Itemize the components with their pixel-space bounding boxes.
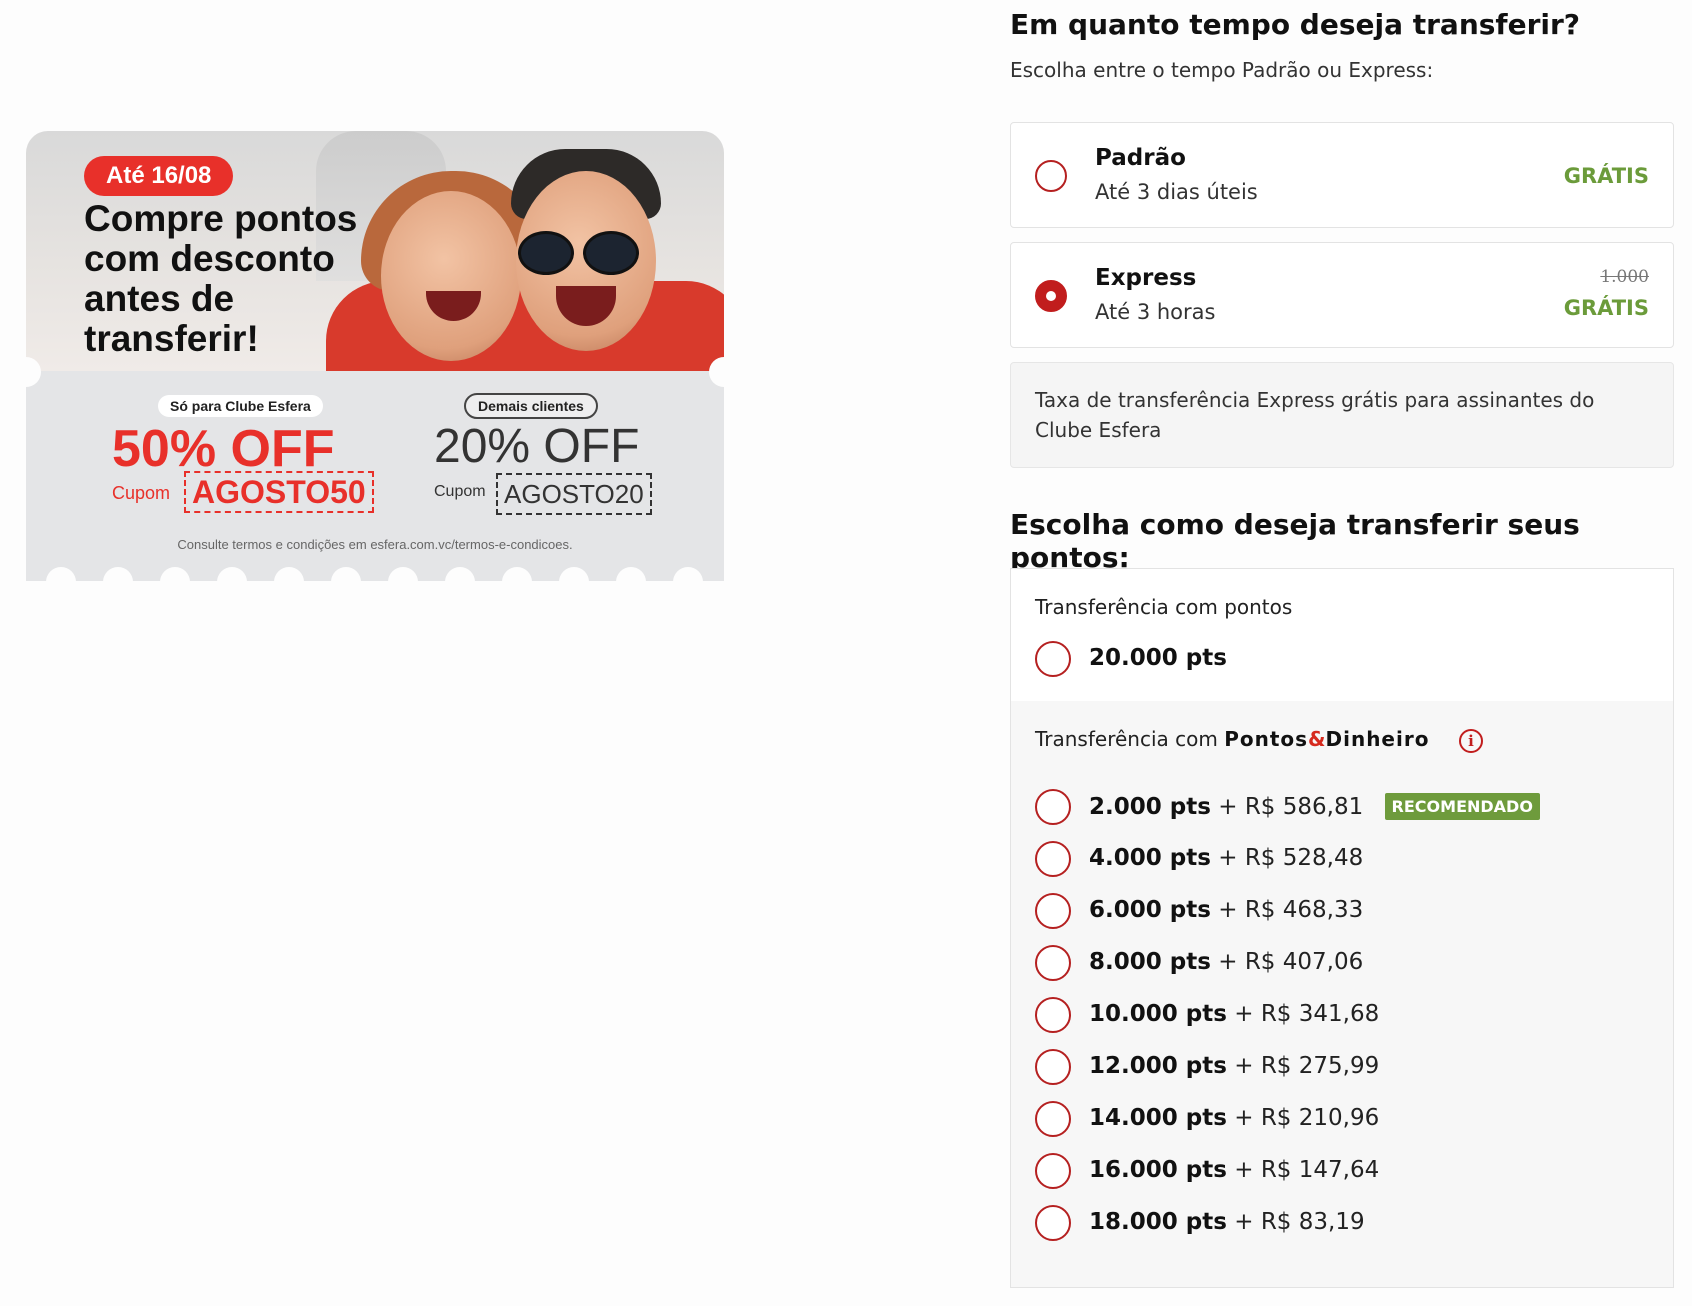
promo-date-badge: Até 16/08 [84, 156, 234, 196]
option-padrao[interactable]: Padrão Até 3 dias úteis GRÁTIS [1010, 122, 1674, 228]
perforation-dot [559, 567, 589, 581]
mixed-option-text: 8.000 pts + R$ 407,06 [1089, 949, 1363, 975]
option-express[interactable]: Express Até 3 horas 1.000 GRÁTIS [1010, 242, 1674, 348]
mixed-option-money: + R$ 147,64 [1234, 1157, 1380, 1183]
mixed-option-money: + R$ 528,48 [1218, 845, 1364, 871]
mixed-option-points: 2.000 pts [1089, 794, 1211, 820]
banner-terms: Consulte termos e condições em esfera.co… [177, 537, 573, 552]
info-icon[interactable]: i [1459, 729, 1483, 753]
points-money-prefix: Transferência com [1035, 727, 1218, 751]
perforation-dot [103, 567, 133, 581]
perforation-dot [331, 567, 361, 581]
mixed-option-points: 8.000 pts [1089, 949, 1211, 975]
option-padrao-price: GRÁTIS [1563, 164, 1649, 188]
clube-discount: 50% OFF [112, 420, 335, 478]
perforation-dot [388, 567, 418, 581]
mixed-option-money: + R$ 83,19 [1234, 1209, 1365, 1235]
mixed-option-points: 4.000 pts [1089, 845, 1211, 871]
promo-banner[interactable]: Até 16/08 Compre pontos com desconto ant… [26, 131, 724, 581]
mixed-option-points: 10.000 pts [1089, 1001, 1227, 1027]
mixed-option-text: 14.000 pts + R$ 210,96 [1089, 1105, 1379, 1131]
brand-dinheiro: Dinheiro [1325, 727, 1430, 751]
radio-padrao[interactable] [1035, 160, 1067, 192]
payment-method-title: Escolha como deseja transferir seus pont… [1010, 508, 1580, 574]
clube-cupom-label: Cupom [112, 483, 171, 503]
perforation-dot [46, 567, 76, 581]
brand-ampersand: & [1308, 727, 1326, 751]
mixed-option-points: 18.000 pts [1089, 1209, 1227, 1235]
clube-esfera-pill: Só para Clube Esfera [158, 395, 323, 417]
option-express-old-price: 1.000 [1600, 267, 1649, 287]
perforation-dot [673, 567, 703, 581]
payment-options-box: Transferência com pontos 20.000 pts Tran… [1010, 568, 1674, 1288]
mixed-option-money: + R$ 407,06 [1218, 949, 1364, 975]
demais-discount: 20% OFF [434, 420, 640, 473]
mixed-option-text: 10.000 pts + R$ 341,68 [1089, 1001, 1379, 1027]
sunglasses-left [518, 231, 574, 275]
option-express-price: GRÁTIS [1563, 296, 1649, 320]
perforation-dot [217, 567, 247, 581]
demais-cupom-label: Cupom [434, 483, 486, 500]
points-money-label: Transferência com Pontos&Dinheiro [1035, 727, 1429, 751]
radio-mixed-option[interactable] [1035, 841, 1071, 877]
points-only-section: Transferência com pontos 20.000 pts [1011, 569, 1673, 702]
brand-pontos: Pontos [1224, 727, 1309, 751]
points-only-option-text: 20.000 pts [1089, 645, 1227, 671]
mixed-option-money: + R$ 468,33 [1218, 897, 1364, 923]
radio-mixed-option[interactable] [1035, 1049, 1071, 1085]
perforation-dot [616, 567, 646, 581]
express-fee-note: Taxa de transferência Express grátis par… [1010, 362, 1674, 468]
mixed-option-points: 12.000 pts [1089, 1053, 1227, 1079]
mixed-option-money: + R$ 210,96 [1234, 1105, 1380, 1131]
recommended-badge: RECOMENDADO [1384, 793, 1540, 820]
radio-mixed-option[interactable] [1035, 1101, 1071, 1137]
perforation-dot [160, 567, 190, 581]
perforation-dot [502, 567, 532, 581]
radio-express[interactable] [1035, 280, 1067, 312]
mixed-option-points: 16.000 pts [1089, 1157, 1227, 1183]
option-padrao-subtitle: Até 3 dias úteis [1095, 180, 1258, 204]
radio-mixed-option[interactable] [1035, 789, 1071, 825]
points-and-money-section: Transferência com Pontos&Dinheiro i 2.00… [1011, 701, 1673, 1287]
radio-mixed-option[interactable] [1035, 1205, 1071, 1241]
mixed-option-text: 4.000 pts + R$ 528,48 [1089, 845, 1363, 871]
demais-clientes-pill: Demais clientes [464, 393, 598, 419]
mixed-option-text: 18.000 pts + R$ 83,19 [1089, 1209, 1365, 1235]
transfer-time-subtitle: Escolha entre o tempo Padrão ou Express: [1010, 58, 1434, 82]
radio-mixed-option[interactable] [1035, 893, 1071, 929]
radio-mixed-option[interactable] [1035, 997, 1071, 1033]
radio-mixed-option[interactable] [1035, 945, 1071, 981]
demais-coupon-code: AGOSTO20 [496, 473, 652, 515]
mixed-option-points: 14.000 pts [1089, 1105, 1227, 1131]
points-only-label: Transferência com pontos [1035, 595, 1293, 619]
mixed-option-text: 16.000 pts + R$ 147,64 [1089, 1157, 1379, 1183]
points-only-value: 20.000 pts [1089, 645, 1227, 671]
promo-headline: Compre pontos com desconto antes de tran… [84, 198, 358, 359]
option-padrao-title: Padrão [1095, 145, 1186, 171]
perforation-dot [445, 567, 475, 581]
perforation-dot [274, 567, 304, 581]
mixed-option-money: + R$ 275,99 [1234, 1053, 1380, 1079]
banner-photo: Até 16/08 Compre pontos com desconto ant… [26, 131, 724, 371]
mixed-option-text: 6.000 pts + R$ 468,33 [1089, 897, 1363, 923]
mixed-option-text: 12.000 pts + R$ 275,99 [1089, 1053, 1379, 1079]
mixed-option-points: 6.000 pts [1089, 897, 1211, 923]
mixed-option-money: + R$ 341,68 [1234, 1001, 1380, 1027]
mixed-option-text: 2.000 pts + R$ 586,81 RECOMENDADO [1089, 793, 1540, 820]
mixed-option-money: + R$ 586,81 [1218, 794, 1364, 820]
radio-mixed-option[interactable] [1035, 1153, 1071, 1189]
option-express-title: Express [1095, 265, 1197, 291]
option-express-subtitle: Até 3 horas [1095, 300, 1216, 324]
sunglasses-right [583, 231, 639, 275]
clube-coupon-code: AGOSTO50 [184, 471, 374, 513]
radio-points-only[interactable] [1035, 641, 1071, 677]
transfer-time-title: Em quanto tempo deseja transferir? [1010, 8, 1581, 41]
